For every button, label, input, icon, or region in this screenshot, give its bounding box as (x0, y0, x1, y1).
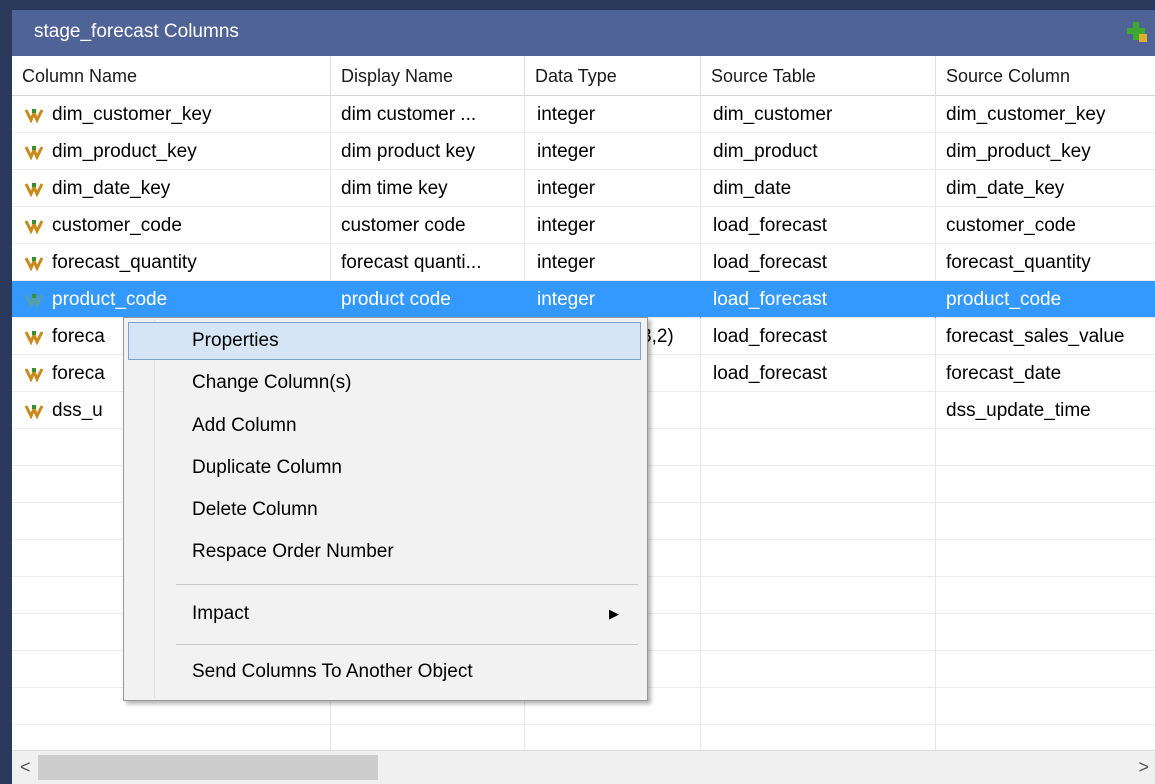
cell-source-column: dss_update_time (946, 400, 1091, 421)
horizontal-scrollbar[interactable]: < > (12, 750, 1155, 784)
cell-display-name: dim product key (331, 133, 525, 170)
empty-row (12, 725, 1155, 750)
window-title: stage_forecast Columns (34, 21, 239, 42)
header-data-type[interactable]: Data Type (525, 56, 701, 96)
title-bar: stage_forecast Columns (12, 10, 1155, 56)
scroll-right-arrow[interactable]: > (1138, 757, 1149, 778)
cell-column-name: product_code (52, 281, 331, 318)
cell-column-name: customer_code (52, 207, 331, 244)
cell-data-type: integer (525, 170, 701, 207)
table-row[interactable]: dim_product_key dim product key integer … (12, 133, 1155, 170)
cell-source-table: dim_customer (701, 96, 936, 133)
cell-column-name: dim_customer_key (52, 96, 331, 133)
cell-source-column: forecast_quantity (946, 252, 1091, 273)
column-icon (24, 331, 44, 345)
menu-item-duplicate-column[interactable]: Duplicate Column (128, 449, 641, 487)
cell-column-name: forecast_quantity (52, 244, 331, 281)
cell-data-type: integer (525, 96, 701, 133)
table-row[interactable]: forecast_quantity forecast quanti... int… (12, 244, 1155, 281)
column-icon (24, 294, 44, 308)
cell-source-table: load_forecast (701, 244, 936, 281)
menu-item-properties[interactable]: Properties (128, 322, 641, 360)
cell-data-type: integer (525, 207, 701, 244)
context-menu: Properties Change Column(s) Add Column D… (123, 317, 648, 701)
cell-source-column: product_code (946, 289, 1062, 310)
cell-source-table: load_forecast (701, 318, 936, 355)
menu-item-delete-column[interactable]: Delete Column (128, 491, 641, 529)
cell-source-column: dim_date_key (946, 178, 1065, 199)
column-icon (24, 183, 44, 197)
column-icon (24, 368, 44, 382)
add-green-icon[interactable] (1125, 20, 1149, 44)
chevron-right-icon: ▶ (609, 606, 619, 621)
menu-item-add-column[interactable]: Add Column (128, 407, 641, 445)
window-frame-left (0, 0, 12, 784)
cell-display-name: customer code (331, 207, 525, 244)
cell-display-name: forecast quanti... (331, 244, 525, 281)
menu-item-impact[interactable]: Impact ▶ (128, 595, 641, 633)
column-icon (24, 109, 44, 123)
cell-data-type: integer (525, 244, 701, 281)
cell-source-table: load_forecast (701, 355, 936, 392)
cell-source-table: dim_date (701, 170, 936, 207)
header-display-name[interactable]: Display Name (331, 56, 525, 96)
cell-source-column: customer_code (946, 215, 1076, 236)
menu-item-send-columns[interactable]: Send Columns To Another Object (128, 653, 641, 691)
column-icon (24, 220, 44, 234)
menu-separator (176, 644, 638, 645)
column-icon (24, 257, 44, 271)
table-row-selected[interactable]: product_code product code integer load_f… (12, 281, 1155, 318)
menu-separator (176, 584, 638, 585)
menu-item-impact-label: Impact (192, 603, 250, 624)
cell-source-table: load_forecast (701, 207, 936, 244)
cell-source-column: forecast_sales_value (946, 326, 1125, 347)
column-icon (24, 405, 44, 419)
cell-source-table: load_forecast (701, 281, 936, 318)
window-frame-top (0, 0, 1155, 10)
scroll-thumb[interactable] (38, 755, 378, 780)
cell-data-type: integer (525, 281, 701, 318)
cell-source-table: dim_product (701, 133, 936, 170)
cell-display-name: dim customer ... (331, 96, 525, 133)
column-header-row: Column Name Display Name Data Type Sourc… (12, 56, 1155, 96)
menu-item-change-columns[interactable]: Change Column(s) (128, 364, 641, 402)
header-source-table[interactable]: Source Table (701, 56, 936, 96)
header-column-name[interactable]: Column Name (12, 56, 331, 96)
cell-data-type: integer (525, 133, 701, 170)
cell-column-name: dim_product_key (52, 133, 331, 170)
column-icon (24, 146, 44, 160)
cell-source-table (701, 392, 936, 429)
table-row[interactable]: customer_code customer code integer load… (12, 207, 1155, 244)
header-source-column[interactable]: Source Column (936, 56, 1155, 96)
cell-display-name: dim time key (331, 170, 525, 207)
cell-source-column: dim_product_key (946, 141, 1091, 162)
cell-source-column: dim_customer_key (946, 104, 1106, 125)
cell-source-column: forecast_date (946, 363, 1062, 384)
cell-column-name: dim_date_key (52, 170, 331, 207)
menu-item-respace-order-number[interactable]: Respace Order Number (128, 533, 641, 571)
table-row[interactable]: dim_customer_key dim customer ... intege… (12, 96, 1155, 133)
cell-display-name: product code (331, 281, 525, 318)
scroll-left-arrow[interactable]: < (20, 757, 31, 778)
table-row[interactable]: dim_date_key dim time key integer dim_da… (12, 170, 1155, 207)
